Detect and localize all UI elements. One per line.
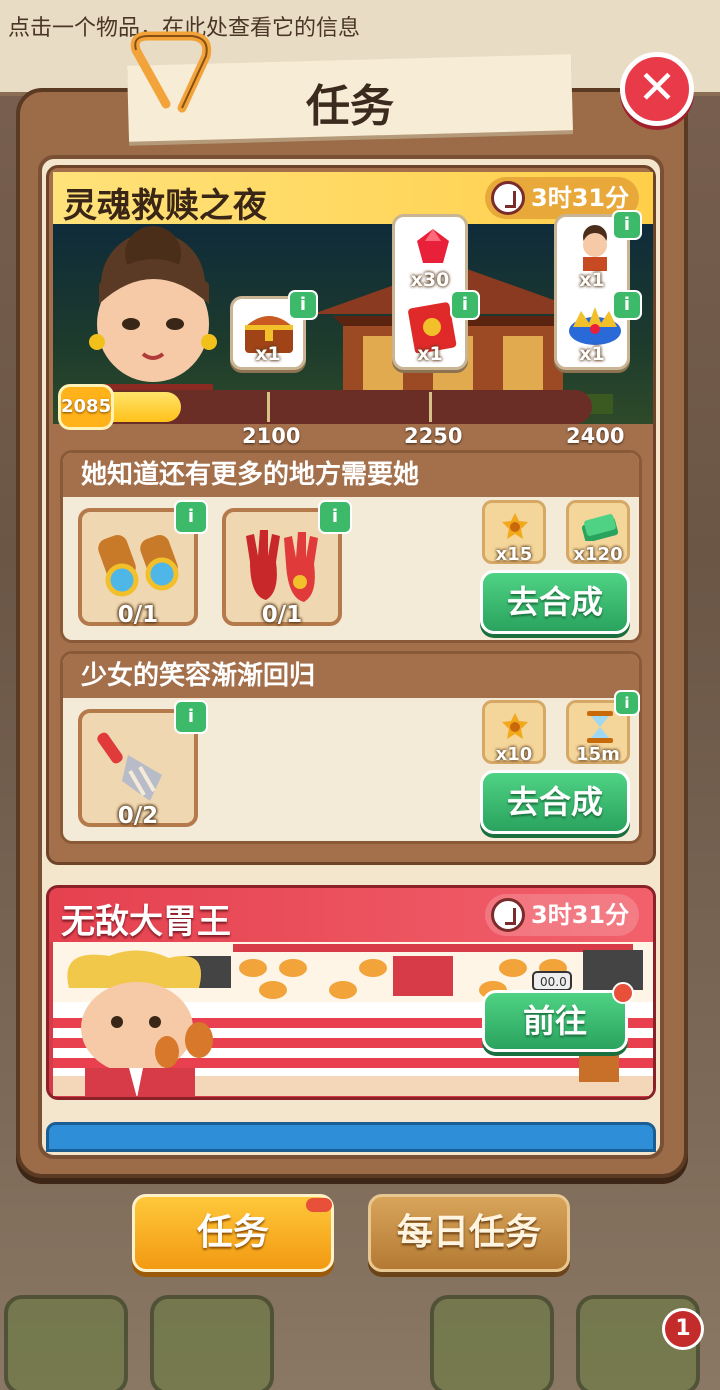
task-reward: x10: [482, 700, 546, 765]
go-merge-button[interactable]: 去合成: [480, 570, 630, 634]
reward-quantity: x1: [255, 343, 281, 365]
event-header: 无敌大胃王 3时31分: [49, 888, 653, 942]
milestone-label: 2400: [566, 424, 625, 448]
info-icon: i: [187, 506, 195, 527]
task-title: 她知道还有更多的地方需要她: [63, 453, 639, 497]
event-points-value: 2085: [61, 396, 112, 417]
task-reward-qty: 15m: [576, 744, 620, 765]
notification-count-badge: 1: [662, 1308, 704, 1350]
info-icon: i: [299, 294, 307, 315]
milestone-tick: [429, 392, 432, 422]
info-icon: i: [623, 214, 631, 235]
reward-quantity: x1: [579, 343, 605, 365]
milestone-label: 2100: [242, 424, 301, 448]
tab-tasks-label: 任务: [196, 1212, 269, 1253]
info-button[interactable]: i: [174, 700, 208, 734]
info-button[interactable]: i: [318, 500, 352, 534]
backpack-icon[interactable]: [150, 1295, 274, 1390]
info-icon: i: [624, 694, 630, 712]
info-icon: i: [461, 294, 469, 315]
event-timer-text: 3时31分: [531, 901, 630, 929]
required-item-count: 0/1: [117, 602, 159, 628]
info-button[interactable]: i: [288, 290, 318, 320]
task-reward-qty: x120: [573, 544, 623, 565]
event-title: 无敌大胃王: [61, 902, 231, 942]
cash-stack-icon: [581, 514, 619, 541]
notification-count: 1: [675, 1316, 691, 1341]
binoculars-icon: [98, 535, 179, 597]
red-gloves-icon: [246, 530, 318, 602]
milestone-tick: [267, 392, 270, 422]
chef-character-icon: [67, 950, 213, 1096]
milestone-label: 2250: [404, 424, 463, 448]
reward-quantity-top: x30: [410, 269, 450, 291]
info-button[interactable]: i: [612, 290, 642, 320]
task-reward-qty: x15: [495, 544, 533, 565]
required-item-count: 0/1: [261, 602, 303, 628]
info-icon: i: [187, 706, 195, 727]
info-icon: i: [623, 294, 631, 315]
ruby-gem-icon: [417, 229, 449, 263]
shop-basket-icon[interactable]: [430, 1295, 554, 1390]
event-card-partial: [46, 1122, 656, 1152]
reward-quantity: x1: [417, 343, 443, 365]
task-reward-qty: x10: [495, 744, 533, 765]
close-button[interactable]: ✕: [620, 52, 694, 126]
gold-medal-icon: [502, 513, 528, 539]
close-icon: ✕: [637, 60, 677, 114]
back-arrow-icon[interactable]: [4, 1295, 128, 1390]
clock-icon: [491, 898, 525, 932]
garden-rake-icon: [97, 732, 162, 801]
task-reward: x120: [566, 500, 630, 565]
notification-dot: [306, 1198, 332, 1212]
event-timer-text: 3时31分: [531, 184, 630, 212]
scale-counter: 00.0: [540, 975, 567, 989]
bottom-navigation: [0, 1285, 720, 1390]
info-icon: i: [331, 506, 339, 527]
go-merge-button[interactable]: 去合成: [480, 770, 630, 834]
info-button[interactable]: i: [614, 690, 640, 716]
gold-medal-icon: [502, 713, 528, 739]
task-title: 少女的笑容渐渐回归: [63, 654, 639, 698]
info-button[interactable]: i: [174, 500, 208, 534]
go-to-event-button[interactable]: 前往: [482, 990, 628, 1052]
clock-icon: [491, 181, 525, 215]
event-points-badge: 2085: [58, 384, 114, 430]
hourglass-icon: [587, 711, 613, 743]
info-button[interactable]: i: [612, 210, 642, 240]
event-title: 灵魂救赎之夜: [63, 186, 267, 226]
notification-dot: [612, 982, 634, 1004]
task-reward: x15: [482, 500, 546, 565]
required-item-count: 0/2: [117, 803, 159, 829]
tab-tasks[interactable]: 任务: [132, 1194, 334, 1272]
reward-quantity-top: x1: [579, 269, 605, 291]
panel-title: 任务: [306, 81, 394, 132]
tab-daily-tasks[interactable]: 每日任务: [368, 1194, 570, 1272]
tab-daily-tasks-label: 每日任务: [396, 1212, 541, 1253]
event-timer: 3时31分: [485, 894, 640, 936]
info-button[interactable]: i: [450, 290, 480, 320]
